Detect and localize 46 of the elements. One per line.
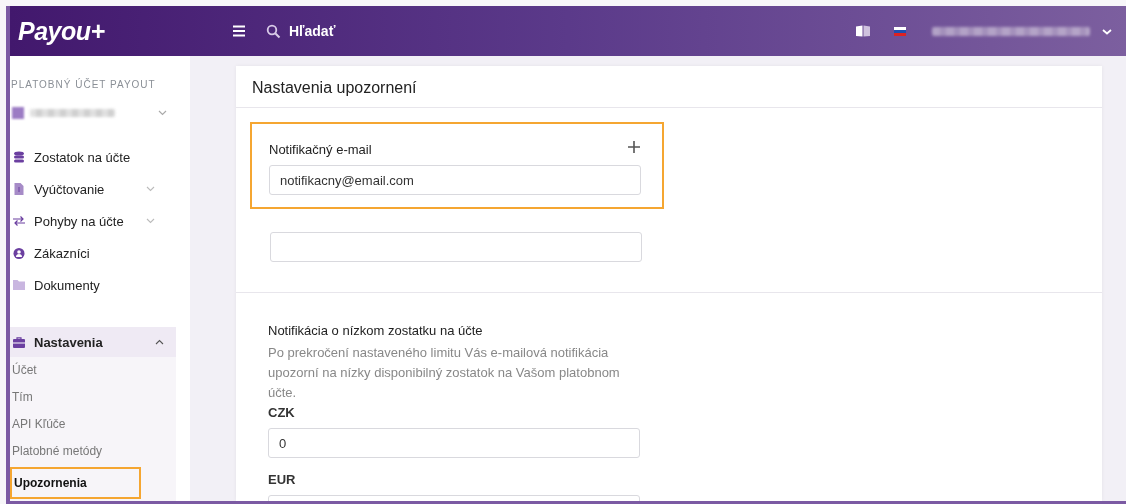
account-selector[interactable]	[12, 107, 167, 119]
sidebar-item-label: Zostatok na účte	[34, 149, 131, 165]
chevron-down-icon	[146, 186, 155, 192]
sidebar-subitem[interactable]: Platobné metódy	[10, 438, 135, 465]
book-icon[interactable]	[856, 25, 870, 37]
coins-icon	[12, 151, 26, 163]
sidebar-item-label: Vyúčtovanie	[34, 181, 105, 197]
document-icon	[12, 183, 26, 195]
search-field[interactable]: Hľadať	[289, 23, 429, 39]
sidebar-item-label: Pohyby na účte	[34, 213, 124, 229]
section-title: Notifikácia o nízkom zostatku na účte	[268, 323, 484, 338]
limit-input-field[interactable]: 0	[268, 428, 640, 458]
field-label: Notifikačný e-mail	[269, 142, 372, 157]
sidebar-subitem[interactable]: Tím	[10, 384, 135, 411]
sidebar-subitem[interactable]: API Kľúče	[10, 411, 135, 438]
card-title: Nastavenia upozornení	[236, 66, 1102, 108]
briefcase-icon	[12, 336, 26, 348]
currency-label: CZK	[268, 405, 296, 420]
sidebar-item[interactable]: Pohyby na účte	[10, 205, 165, 237]
email-input-field[interactable]	[270, 232, 642, 262]
sidebar-item[interactable]: Zostatok na účte	[10, 141, 165, 173]
sidebar-group-label: Nastavenia	[34, 334, 103, 350]
logo[interactable]: Payou+	[18, 16, 218, 46]
sidebar-item[interactable]: Vyúčtovanie	[10, 173, 165, 205]
sidebar-item-label: Dokumenty	[34, 277, 100, 293]
chevron-up-icon	[155, 339, 164, 345]
section-description: Po prekročení nastaveného limitu Vás e-mailová notifikácia upozorní na nízky disponibilný zostatok na Vašom platobnom účte.	[268, 344, 621, 402]
account-logo-icon	[12, 107, 24, 119]
search-icon	[266, 23, 281, 39]
transfer-arrows-icon	[12, 216, 26, 226]
sidebar-item[interactable]: Zákazníci	[10, 237, 165, 269]
currency-label: EUR	[268, 472, 297, 487]
section-label: PLATOBNÝ ÚČET PAYOUT	[10, 79, 157, 90]
sidebar-item[interactable]: Dokumenty	[10, 269, 165, 301]
chevron-down-icon	[158, 110, 167, 116]
chevron-down-icon	[146, 218, 155, 224]
sidebar-subitem[interactable]: Upozornenia	[10, 467, 141, 499]
email-input-field[interactable]: notifikacny@email.com	[269, 165, 641, 195]
sidebar-item-label: Zákazníci	[34, 245, 90, 261]
flag-icon[interactable]	[894, 26, 906, 36]
chevron-down-icon[interactable]	[1102, 27, 1112, 35]
plus-icon[interactable]	[628, 140, 640, 153]
sidebar-subitem[interactable]: Účet	[10, 357, 135, 384]
menu-icon[interactable]	[232, 25, 246, 37]
folder-icon	[12, 280, 26, 290]
sidebar-group-header[interactable]: Nastavenia	[10, 327, 176, 357]
